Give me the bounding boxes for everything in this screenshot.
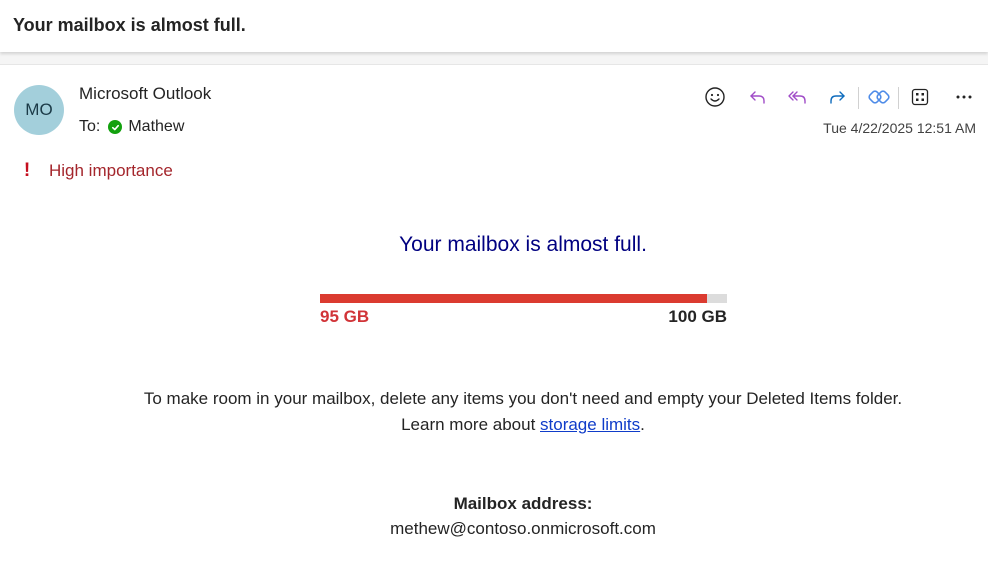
quota-used-label: 95 GB [320,307,370,326]
toolbar-divider [858,87,859,109]
mailbox-address-value: methew@contoso.onmicrosoft.com [390,519,656,538]
to-label: To: [79,118,101,135]
learn-more-suffix: . [640,415,645,434]
mailbox-address-label: Mailbox address: [453,494,593,513]
subject-title: Your mailbox is almost full. [13,15,246,35]
learn-more-prefix: Learn more about [401,415,541,434]
recipient-line: To: Mathew [79,118,184,136]
learn-more-line: Learn more about storage limits. [0,412,988,438]
message-card [0,64,988,561]
subject-header: Your mailbox is almost full. [0,0,988,52]
forward-icon[interactable] [822,82,852,112]
message-timestamp: Tue 4/22/2025 12:51 AM [823,120,976,136]
apps-icon[interactable] [905,82,935,112]
emoji-icon[interactable] [700,82,730,112]
more-options-icon[interactable] [949,82,979,112]
quota-progress-fill [320,294,707,303]
header-separator [0,52,988,64]
instruction-text: To make room in your mailbox, delete any… [0,386,988,438]
importance-label: High importance [49,161,173,180]
recipient-name[interactable]: Mathew [128,118,184,136]
reply-icon[interactable] [743,82,773,112]
sender-name[interactable]: Microsoft Outlook [79,84,211,104]
storage-limits-link[interactable]: storage limits [540,415,640,434]
message-toolbar [700,82,980,112]
quota-total-label: 100 GB [668,307,727,326]
copilot-icon[interactable] [864,82,894,112]
reply-all-icon[interactable] [783,82,813,112]
sender-avatar[interactable]: MO [14,85,64,135]
exclamation-icon: ! [23,160,31,181]
presence-available-icon [108,120,123,134]
instruction-line: To make room in your mailbox, delete any… [143,389,903,408]
importance-banner: ! High importance [17,160,173,182]
toolbar-divider [898,87,899,109]
body-heading: Your mailbox is almost full. [399,233,647,256]
quota-progress-bar [320,294,727,303]
